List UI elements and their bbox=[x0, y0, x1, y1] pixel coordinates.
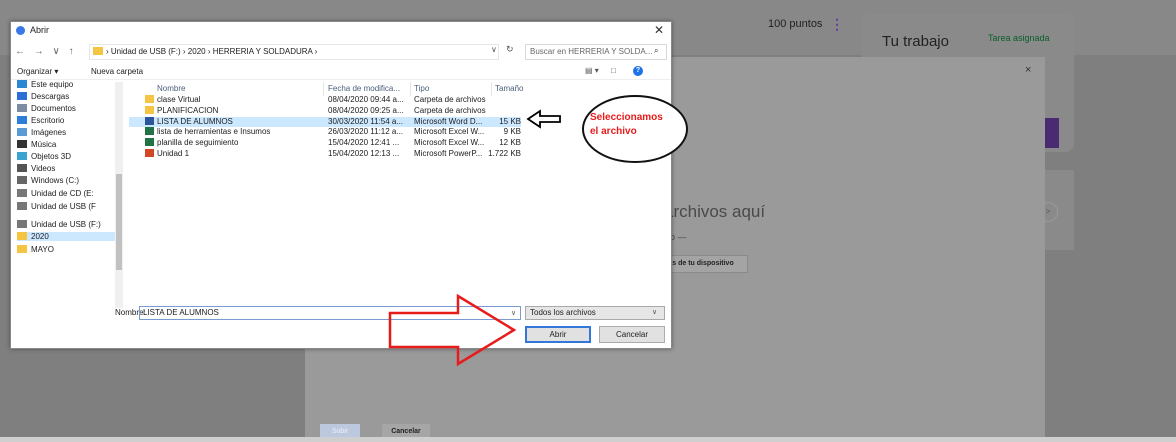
annotation-line1: Seleccionamos bbox=[590, 112, 663, 123]
annotation-layer bbox=[388, 95, 688, 367]
annotation-line2: el archivo bbox=[590, 126, 637, 137]
arrow-left-icon bbox=[526, 109, 561, 129]
annotation-text: Seleccionamos el archivo bbox=[590, 111, 663, 139]
arrow-right-icon bbox=[388, 293, 517, 367]
